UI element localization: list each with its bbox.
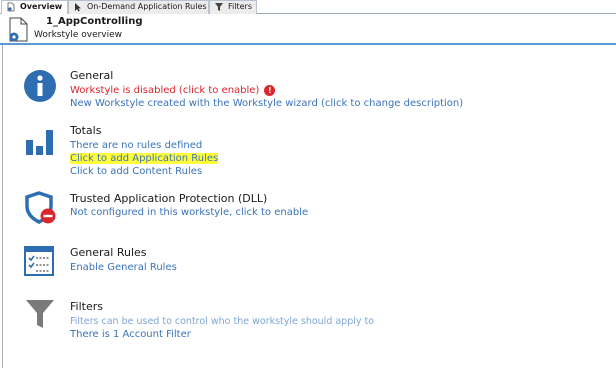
highlighted-link-text: Click to add Application Rules: [70, 153, 219, 164]
enable-general-rules-link[interactable]: Enable General Rules: [70, 262, 177, 273]
status-text: Workstyle is disabled (click to enable): [70, 85, 260, 96]
info-icon: [24, 70, 56, 102]
funnel-icon: [26, 300, 54, 328]
description-link[interactable]: New Workstyle created with the Workstyle…: [70, 98, 463, 109]
section-title: General: [70, 69, 114, 82]
filters-info-text: Filters can be used to control who the w…: [70, 316, 375, 327]
left-border: [2, 45, 3, 368]
add-application-rules-link[interactable]: Click to add Application Rules: [70, 153, 219, 164]
page-title: 1_AppControlling: [46, 16, 143, 27]
section-title: Filters: [70, 300, 103, 313]
section-title: Totals: [70, 124, 102, 137]
tab-label: Overview: [20, 2, 63, 11]
tab-label: On-Demand Application Rules: [87, 2, 207, 11]
bar-chart-icon: [26, 130, 53, 155]
no-rules-text: There are no rules defined: [70, 140, 203, 151]
error-icon: !: [264, 85, 276, 96]
tap-enable-link[interactable]: Not configured in this workstyle, click …: [70, 207, 308, 218]
checklist-icon: [24, 246, 54, 276]
cursor-icon: [75, 3, 81, 12]
section-title: General Rules: [70, 246, 147, 259]
account-filter-link[interactable]: There is 1 Account Filter: [70, 329, 191, 340]
tab-label: Filters: [228, 2, 252, 11]
tab-filters[interactable]: Filters: [209, 0, 257, 14]
workstyle-header: 1_AppControlling Workstyle overview: [0, 14, 616, 45]
add-content-rules-link[interactable]: Click to add Content Rules: [70, 166, 202, 177]
tab-overview[interactable]: Overview: [1, 0, 68, 15]
shield-blocked-icon: [25, 191, 56, 224]
document-gear-icon: [9, 17, 28, 42]
document-gear-icon: [7, 2, 15, 12]
section-title: Trusted Application Protection (DLL): [70, 192, 268, 205]
tab-on-demand-rules[interactable]: On-Demand Application Rules: [68, 0, 209, 14]
tab-bar: Overview On-Demand Application Rules Fil…: [0, 0, 616, 15]
page-subtitle: Workstyle overview: [34, 30, 123, 40]
funnel-icon: [215, 3, 223, 11]
workstyle-status-link[interactable]: Workstyle is disabled (click to enable)!: [70, 85, 276, 96]
